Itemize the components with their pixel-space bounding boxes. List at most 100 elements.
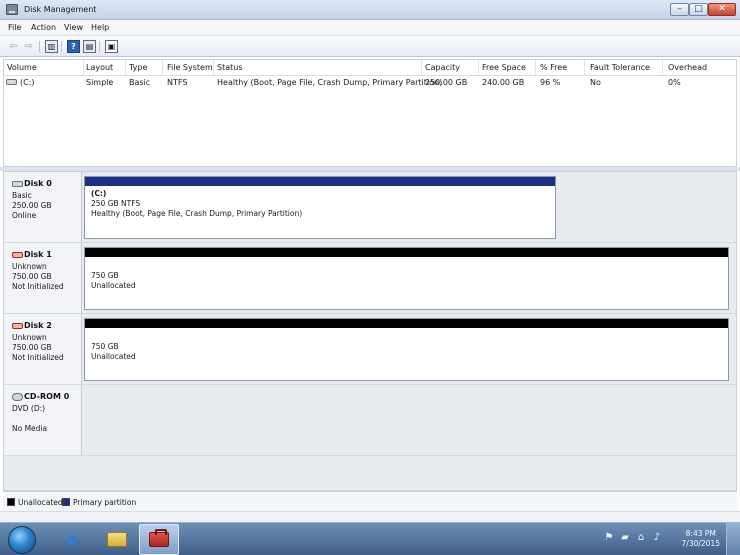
- unallocated-swatch: [7, 498, 15, 506]
- disk-type: Unknown: [12, 262, 47, 271]
- internet-explorer-taskbar-button[interactable]: e: [52, 524, 92, 555]
- partition-status: Unallocated: [91, 352, 136, 361]
- status-bar: [0, 511, 740, 522]
- partition-size: 750 GB: [91, 271, 119, 280]
- column-divider[interactable]: [162, 60, 163, 75]
- column-header-percent-free[interactable]: % Free: [540, 63, 567, 72]
- menu-action[interactable]: Action: [31, 23, 56, 32]
- disk-type: Basic: [12, 191, 32, 200]
- disk-name: Disk 1: [12, 250, 52, 259]
- notification-area: ⚑ ▰ ⌂ ♪ 8:43 PM 7/30/2015: [590, 523, 740, 555]
- partition-size: 750 GB: [91, 342, 119, 351]
- volume-type: Basic: [129, 78, 151, 87]
- clock[interactable]: 8:43 PM 7/30/2015: [682, 529, 720, 549]
- volume-capacity: 250.00 GB: [425, 78, 468, 87]
- power-icon[interactable]: ⌂: [636, 533, 646, 543]
- column-header-file-system[interactable]: File System: [167, 63, 213, 72]
- taskbar: e ⚑ ▰ ⌂ ♪ 8:43 PM 7/30/2015: [0, 522, 740, 555]
- menu-bar: File Action View Help: [0, 20, 740, 36]
- column-header-status[interactable]: Status: [217, 63, 243, 72]
- disk-label: Disk 2: [24, 321, 52, 330]
- disk-name: Disk 2: [12, 321, 52, 330]
- partition-status: Unallocated: [91, 281, 136, 290]
- hard-disk-icon: [12, 180, 23, 187]
- volume-list-pane: Volume Layout Type File System Status Ca…: [3, 59, 737, 167]
- column-divider[interactable]: [213, 60, 214, 75]
- column-divider[interactable]: [535, 60, 536, 75]
- disk-status: Not Initialized: [12, 353, 64, 362]
- partition-size: 250 GB NTFS: [91, 199, 141, 208]
- column-divider[interactable]: [125, 60, 126, 75]
- disk-info-cd-rom-0[interactable]: CD-ROM 0 DVD (D:) No Media: [4, 385, 82, 455]
- partition-content: (C:) 250 GB NTFS Healthy (Boot, Page Fil…: [85, 186, 555, 222]
- toolbar: ⇦ ⇨ ▥ ? ▤ ▣: [0, 36, 740, 57]
- volume-icon: [6, 79, 17, 85]
- legend-primary-partition-label: Primary partition: [73, 498, 137, 507]
- disk-label: CD-ROM 0: [24, 392, 70, 401]
- show-hide-console-tree-icon[interactable]: ▥: [45, 40, 58, 53]
- disk-info-disk-1[interactable]: Disk 1 Unknown 750.00 GB Not Initialized: [4, 243, 82, 313]
- primary-partition-band: [85, 177, 555, 186]
- legend-unallocated-label: Unallocated: [18, 498, 63, 507]
- column-divider[interactable]: [83, 60, 84, 75]
- back-arrow-icon[interactable]: ⇦: [7, 40, 20, 53]
- partition-status: Healthy (Boot, Page File, Crash Dump, Pr…: [91, 209, 303, 218]
- toolbar-separator: [99, 41, 100, 52]
- partition-c-drive[interactable]: (C:) 250 GB NTFS Healthy (Boot, Page Fil…: [84, 176, 556, 239]
- column-header-capacity[interactable]: Capacity: [425, 63, 460, 72]
- window-title: Disk Management: [24, 5, 97, 14]
- column-divider[interactable]: [421, 60, 422, 75]
- disk-info-disk-0[interactable]: Disk 0 Basic 250.00 GB Online: [4, 172, 82, 242]
- column-header-layout[interactable]: Layout: [86, 63, 113, 72]
- volume-icon[interactable]: ♪: [652, 533, 662, 543]
- menu-file[interactable]: File: [8, 23, 21, 32]
- column-header-volume[interactable]: Volume: [7, 63, 37, 72]
- properties-icon[interactable]: ▣: [105, 40, 118, 53]
- menu-view[interactable]: View: [64, 23, 83, 32]
- action-center-icon[interactable]: ⚑: [604, 533, 614, 543]
- unallocated-space-disk-1[interactable]: 750 GB Unallocated: [84, 247, 729, 310]
- clock-time: 8:43 PM: [685, 529, 716, 538]
- partition-label: (C:): [91, 189, 107, 198]
- disk-row-disk-1: Disk 1 Unknown 750.00 GB Not Initialized…: [4, 243, 736, 314]
- volume-name: (C:): [20, 78, 35, 87]
- forward-arrow-icon[interactable]: ⇨: [22, 40, 35, 53]
- disk-row-disk-2: Disk 2 Unknown 750.00 GB Not Initialized…: [4, 314, 736, 385]
- show-desktop-button[interactable]: [726, 523, 740, 555]
- windows-explorer-taskbar-button[interactable]: [97, 524, 137, 555]
- volume-status: Healthy (Boot, Page File, Crash Dump, Pr…: [217, 78, 443, 87]
- column-divider[interactable]: [584, 60, 585, 75]
- unallocated-space-disk-2[interactable]: 750 GB Unallocated: [84, 318, 729, 381]
- volume-percent-free: 96 %: [540, 78, 561, 87]
- close-button[interactable]: ✕: [708, 3, 736, 16]
- help-icon[interactable]: ?: [67, 40, 80, 53]
- computer-management-taskbar-button[interactable]: [139, 524, 179, 555]
- unallocated-band: [85, 319, 728, 328]
- volume-fault-tolerance: No: [590, 78, 601, 87]
- disk-label: Disk 0: [24, 179, 52, 188]
- disk-management-icon: [6, 4, 18, 15]
- unallocated-band: [85, 248, 728, 257]
- network-icon[interactable]: ▰: [620, 533, 630, 543]
- toolbar-separator: [39, 41, 40, 52]
- table-row[interactable]: (C:) Simple Basic NTFS Healthy (Boot, Pa…: [4, 76, 736, 90]
- maximize-button[interactable]: □: [689, 3, 708, 16]
- column-header-fault-tolerance[interactable]: Fault Tolerance: [590, 63, 650, 72]
- disk-row-disk-0: Disk 0 Basic 250.00 GB Online (C:) 250 G…: [4, 172, 736, 243]
- disk-info-disk-2[interactable]: Disk 2 Unknown 750.00 GB Not Initialized: [4, 314, 82, 384]
- disk-graphical-pane: Disk 0 Basic 250.00 GB Online (C:) 250 G…: [3, 171, 737, 491]
- partition-content: 750 GB Unallocated: [85, 257, 728, 294]
- toolbar-separator: [61, 41, 62, 52]
- column-header-overhead[interactable]: Overhead: [668, 63, 707, 72]
- column-header-free-space[interactable]: Free Space: [482, 63, 526, 72]
- internet-explorer-icon: e: [65, 528, 79, 550]
- column-header-type[interactable]: Type: [129, 63, 147, 72]
- minimize-button[interactable]: –: [670, 3, 689, 16]
- menu-help[interactable]: Help: [91, 23, 109, 32]
- start-button-icon[interactable]: [8, 526, 36, 554]
- list-view-icon[interactable]: ▤: [83, 40, 96, 53]
- column-divider[interactable]: [478, 60, 479, 75]
- primary-partition-swatch: [62, 498, 70, 506]
- column-divider[interactable]: [662, 60, 663, 75]
- title-bar: Disk Management – □ ✕: [0, 0, 740, 20]
